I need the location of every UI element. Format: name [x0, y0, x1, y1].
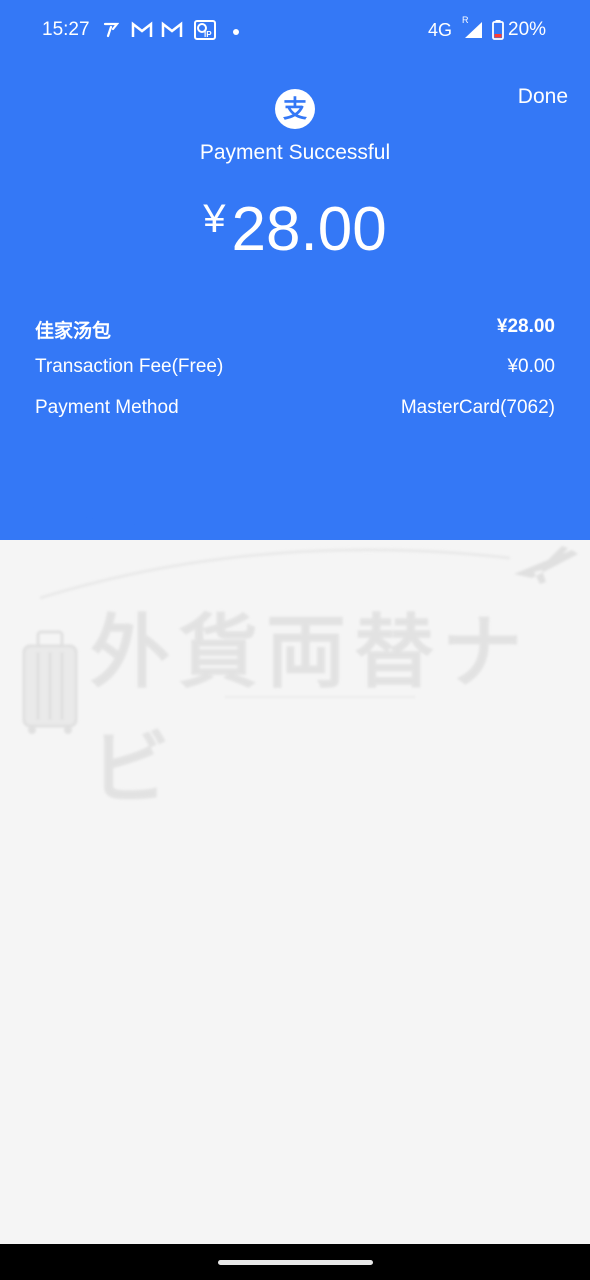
status-time: 15:27 [42, 19, 90, 40]
done-button[interactable]: Done [518, 85, 568, 109]
status-bar: 15:27 IP 4G R 20% [0, 0, 590, 60]
watermark: 外貨両替ナビ [0, 540, 590, 815]
watermark-underline [225, 696, 415, 698]
payment-amount: ¥28.00 [0, 194, 590, 265]
alipay-icon: 支 [283, 95, 307, 123]
svg-text:IP: IP [204, 30, 212, 39]
currency-symbol: ¥ [203, 197, 226, 241]
gmail-icon-2 [161, 21, 183, 37]
amount-value: 28.00 [231, 195, 387, 264]
merchant-name: 佳家汤包 [35, 321, 112, 342]
payment-header [0, 0, 590, 540]
payment-method-label: Payment Method [35, 397, 179, 418]
gmail-icon [131, 21, 153, 37]
system-navigation-bar [0, 1244, 590, 1280]
merchant-row: 佳家汤包 ¥28.00 [35, 316, 555, 344]
alipay-logo: 支 [275, 89, 315, 129]
battery-icon [492, 20, 504, 40]
transaction-fee-value: ¥0.00 [507, 356, 555, 377]
battery-percentage: 20% [508, 19, 547, 40]
signal-icon [465, 22, 482, 38]
app-badge-icon: IP [194, 20, 216, 40]
watermark-text: 外貨両替ナビ [90, 606, 530, 815]
suitcase-icon [22, 630, 78, 734]
merchant-amount: ¥28.00 [496, 316, 555, 337]
home-indicator[interactable] [218, 1260, 373, 1265]
airplane-icon [514, 546, 578, 584]
transaction-fee-row: Transaction Fee(Free) ¥0.00 [35, 356, 555, 384]
transaction-fee-label: Transaction Fee(Free) [35, 356, 224, 377]
more-notifications-dot [233, 29, 239, 35]
payment-method-row: Payment Method MasterCard(7062) [35, 397, 555, 425]
header-curve [0, 490, 590, 535]
network-type: 4G [428, 20, 453, 40]
app-notification-icon [103, 22, 119, 38]
payment-status-title: Payment Successful [199, 141, 391, 164]
payment-method-value: MasterCard(7062) [400, 397, 555, 418]
